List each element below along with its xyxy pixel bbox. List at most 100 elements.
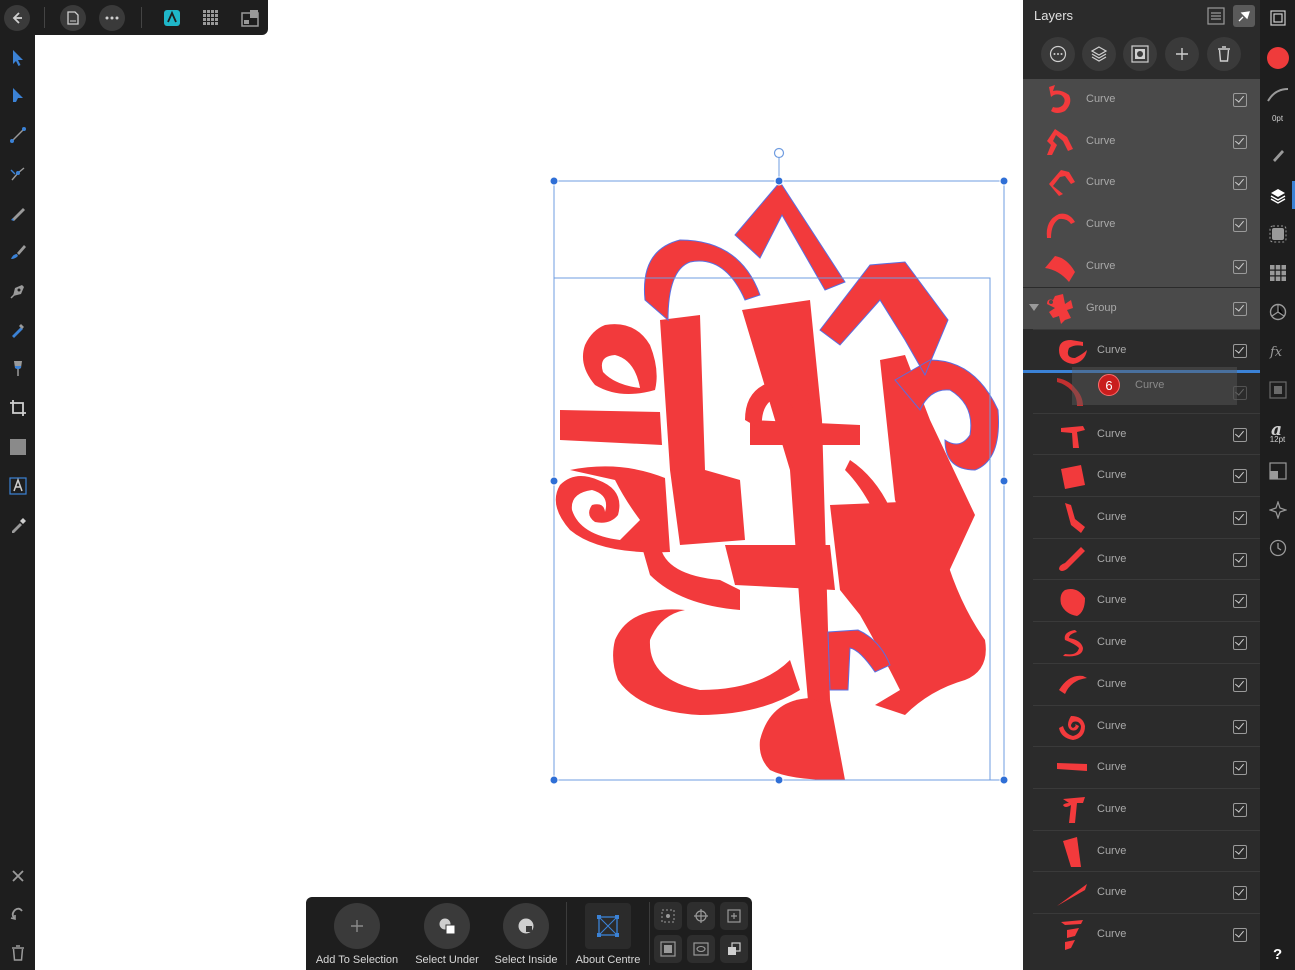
layer-visibility-checkbox[interactable]	[1233, 802, 1247, 817]
layer-row[interactable]: Curve	[1023, 329, 1260, 371]
expand-arrow-icon[interactable]	[1029, 303, 1039, 311]
transform-icon[interactable]	[1265, 377, 1290, 402]
add-mask-icon[interactable]	[1123, 37, 1157, 71]
layer-visibility-checkbox[interactable]	[1233, 134, 1247, 149]
layer-visibility-checkbox[interactable]	[1233, 218, 1247, 233]
corner-tool-icon[interactable]	[5, 122, 30, 147]
frame-icon[interactable]	[654, 935, 682, 963]
point-transform-icon[interactable]	[5, 161, 30, 186]
layer-visibility-checkbox[interactable]	[1233, 259, 1247, 274]
layer-visibility-checkbox[interactable]	[1233, 469, 1247, 484]
layer-row[interactable]: Curve	[1023, 913, 1260, 955]
layer-row[interactable]: Curve	[1023, 787, 1260, 830]
layer-row[interactable]: Curve	[1023, 245, 1260, 288]
document-icon[interactable]	[60, 5, 86, 31]
select-under-button[interactable]: Select Under	[409, 897, 485, 970]
arrange-icon[interactable]	[720, 935, 748, 963]
layer-visibility-checkbox[interactable]	[1233, 344, 1247, 359]
layer-visibility-checkbox[interactable]	[1233, 511, 1247, 525]
color-picker-icon[interactable]	[5, 512, 30, 537]
add-layer-group-icon[interactable]	[1082, 37, 1116, 71]
layer-thumbnail	[1053, 457, 1091, 495]
history-icon[interactable]	[1265, 535, 1290, 560]
layer-visibility-checkbox[interactable]	[1233, 301, 1247, 316]
layer-row[interactable]: Curve	[1023, 537, 1260, 580]
delete-layer-icon[interactable]	[1207, 37, 1241, 71]
stroke-icon[interactable]	[1265, 82, 1290, 107]
layers-icon[interactable]	[1265, 183, 1290, 208]
brushes-icon[interactable]	[1265, 142, 1290, 167]
layer-row[interactable]: Curve	[1023, 621, 1260, 663]
pin-icon[interactable]	[1233, 5, 1255, 27]
pixel-persona-icon[interactable]	[198, 5, 224, 31]
arrange-icon[interactable]	[1265, 458, 1290, 483]
close-icon[interactable]	[5, 863, 30, 888]
layer-visibility-checkbox[interactable]	[1233, 594, 1247, 609]
more-icon[interactable]	[99, 5, 125, 31]
rectangle-tool-icon[interactable]	[5, 434, 30, 459]
appearance-icon[interactable]	[1265, 221, 1290, 246]
layer-visibility-checkbox[interactable]	[1233, 928, 1247, 942]
about-centre-button[interactable]: About Centre	[569, 897, 647, 970]
layer-visibility-checkbox[interactable]	[1233, 677, 1247, 692]
canvas[interactable]	[35, 35, 1023, 970]
transparency-tool-icon[interactable]	[5, 356, 30, 381]
layer-visibility-checkbox[interactable]	[1233, 636, 1247, 651]
layer-row[interactable]: Curve	[1023, 871, 1260, 913]
navigator-icon[interactable]	[1265, 5, 1290, 30]
layer-thumbnail	[1053, 624, 1091, 662]
crop-tool-icon[interactable]	[5, 395, 30, 420]
layer-row[interactable]: Curve	[1023, 579, 1260, 622]
vector-brush-icon[interactable]	[5, 239, 30, 264]
layer-visibility-checkbox[interactable]	[1233, 552, 1247, 567]
layer-row[interactable]: Curve	[1023, 746, 1260, 788]
artistic-text-icon[interactable]	[5, 473, 30, 498]
svg-text:fx: fx	[1269, 345, 1283, 359]
add-to-selection-button[interactable]: Add To Selection	[312, 897, 402, 970]
layer-row[interactable]: Curve	[1023, 412, 1260, 455]
export-persona-icon[interactable]	[237, 5, 263, 31]
layer-visibility-checkbox[interactable]	[1233, 427, 1247, 442]
snap-bounds-icon[interactable]	[720, 902, 748, 930]
view-icon[interactable]	[687, 935, 715, 963]
crosshair-icon[interactable]	[687, 902, 715, 930]
add-layer-icon[interactable]	[1165, 37, 1199, 71]
pen-tool-icon[interactable]	[5, 278, 30, 303]
layer-visibility-checkbox[interactable]	[1233, 176, 1247, 191]
fill-tool-icon[interactable]	[5, 317, 30, 342]
layer-row[interactable]: Curve	[1023, 662, 1260, 705]
node-tool-icon[interactable]	[5, 83, 30, 108]
layer-row[interactable]: Curve	[1023, 829, 1260, 872]
layer-row[interactable]: Curve	[1023, 704, 1260, 747]
fill-color-swatch[interactable]	[1265, 45, 1290, 70]
transform-origin-icon[interactable]	[654, 902, 682, 930]
effects-icon[interactable]: fx	[1265, 338, 1290, 363]
color-wheel-icon[interactable]	[1265, 299, 1290, 324]
snapping-icon[interactable]	[1265, 497, 1290, 522]
layer-row[interactable]: Curve	[1023, 79, 1260, 121]
layer-row[interactable]: Curve	[1023, 204, 1260, 246]
layer-group-row[interactable]: Group	[1023, 287, 1260, 330]
layer-visibility-checkbox[interactable]	[1233, 93, 1247, 107]
layer-row[interactable]: Curve	[1023, 496, 1260, 538]
pencil-tool-icon[interactable]	[5, 200, 30, 225]
layer-visibility-checkbox[interactable]	[1233, 886, 1247, 901]
select-inside-button[interactable]: Select Inside	[488, 897, 564, 970]
layer-visibility-checkbox[interactable]	[1233, 761, 1247, 776]
panel-menu-icon[interactable]	[1205, 5, 1227, 27]
help-icon[interactable]: ?	[1265, 940, 1290, 965]
layer-options-icon[interactable]	[1041, 37, 1075, 71]
undo-icon[interactable]	[5, 901, 30, 926]
layer-row[interactable]: Curve	[1023, 162, 1260, 205]
layer-row[interactable]: Curve	[1023, 120, 1260, 163]
swatches-icon[interactable]	[1265, 260, 1290, 285]
move-tool-icon[interactable]	[5, 45, 30, 70]
layer-visibility-checkbox[interactable]	[1233, 719, 1247, 734]
layer-row[interactable]: Curve	[1023, 454, 1260, 496]
drag-ghost-label: Curve	[1135, 379, 1165, 391]
back-icon[interactable]	[4, 5, 30, 31]
delete-icon[interactable]	[5, 940, 30, 965]
layer-visibility-checkbox[interactable]	[1233, 844, 1247, 859]
designer-persona-icon[interactable]	[159, 5, 185, 31]
layers-title: Layers	[1034, 8, 1074, 23]
